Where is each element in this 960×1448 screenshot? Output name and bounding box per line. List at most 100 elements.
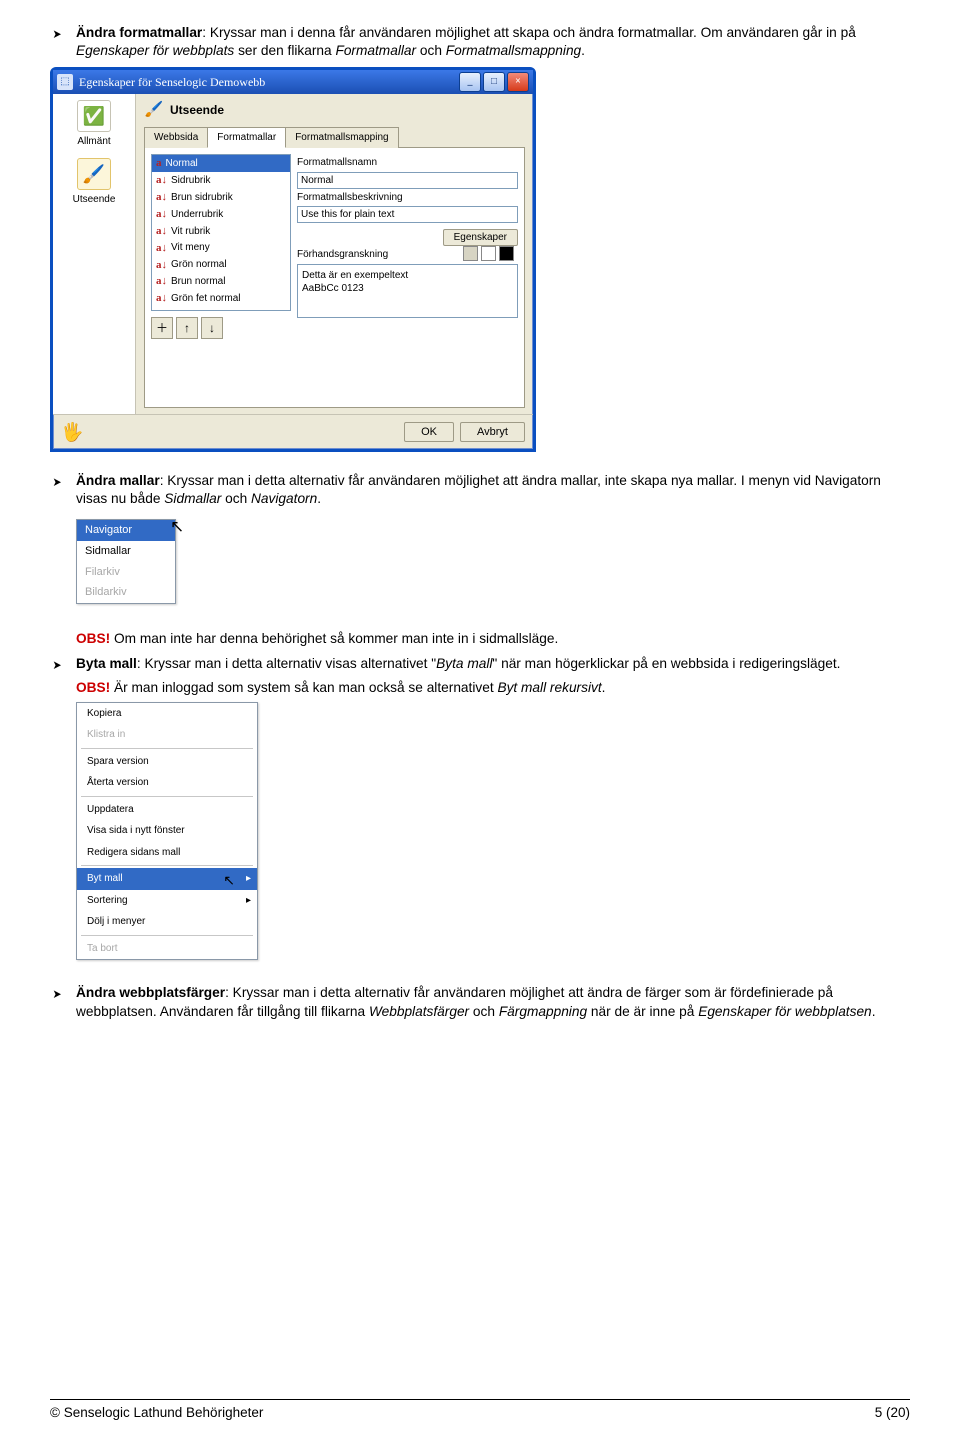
label-name: Formatmallsnamn bbox=[297, 156, 518, 170]
menu-item-dolj-menyer[interactable]: Dölj i menyer bbox=[77, 911, 257, 933]
menu-item-byt-mall[interactable]: Byt mall↖▸ bbox=[77, 868, 257, 890]
inline-italic: Sidmallar bbox=[164, 491, 221, 506]
menu-item-ta-bort: Ta bort bbox=[77, 938, 257, 960]
list-item[interactable]: a↓Grön normal bbox=[152, 257, 290, 274]
menu-item-sidmallar[interactable]: Sidmallar bbox=[77, 541, 175, 562]
maximize-button[interactable]: □ bbox=[483, 72, 505, 92]
submenu-arrow-icon: ▸ bbox=[246, 894, 251, 908]
bullet-andra-webbplatsfarger: Ändra webbplatsfärger: Kryssar man i det… bbox=[50, 984, 910, 1021]
bullet-text: : Kryssar man i denna får användaren möj… bbox=[202, 25, 856, 40]
menu-item-bildarkiv: Bildarkiv bbox=[77, 582, 175, 603]
context-menu[interactable]: Kopiera Klistra in Spara version Återta … bbox=[76, 702, 258, 961]
move-down-button[interactable]: ↓ bbox=[201, 317, 223, 339]
list-item[interactable]: a↓Vit meny bbox=[152, 240, 290, 257]
list-item[interactable]: a↓Brun normal bbox=[152, 273, 290, 290]
color-swatches[interactable] bbox=[463, 246, 514, 261]
desc-input[interactable] bbox=[297, 206, 518, 223]
menu-item-navigator[interactable]: Navigator bbox=[77, 520, 175, 541]
minimize-button[interactable]: _ bbox=[459, 72, 481, 92]
obs-line-2: OBS! Är man inloggad som system så kan m… bbox=[50, 679, 910, 697]
footer-right: 5 (20) bbox=[875, 1404, 910, 1422]
ok-button[interactable]: OK bbox=[404, 422, 454, 442]
inline-italic: Egenskaper för webbplatsen bbox=[698, 1004, 872, 1019]
list-item[interactable]: aNormal bbox=[152, 155, 290, 172]
style-icon: a↓ bbox=[156, 190, 167, 205]
titlebar[interactable]: ⬚ Egenskaper för Senselogic Demowebb _ □… bbox=[53, 70, 533, 94]
menu-item-kopiera[interactable]: Kopiera bbox=[77, 703, 257, 725]
menu-separator bbox=[81, 935, 253, 936]
name-input[interactable] bbox=[297, 172, 518, 189]
sidebar-item-utseende[interactable]: 🖌️ Utseende bbox=[60, 158, 128, 207]
window-title: Egenskaper för Senselogic Demowebb bbox=[79, 74, 459, 90]
inline-italic: Byta mall bbox=[436, 656, 492, 671]
move-up-button[interactable]: ↑ bbox=[176, 317, 198, 339]
style-icon: a↓ bbox=[156, 241, 167, 256]
list-item[interactable]: a↓Grön fet normal bbox=[152, 290, 290, 307]
bullet-andra-formatmallar: Ändra formatmallar: Kryssar man i denna … bbox=[50, 24, 910, 61]
panel-heading: Utseende bbox=[170, 102, 224, 118]
brush-icon: 🖌️ bbox=[77, 158, 111, 190]
cancel-button[interactable]: Avbryt bbox=[460, 422, 525, 442]
inline-italic: Färgmappning bbox=[499, 1004, 587, 1019]
bullet-title: Ändra webbplatsfärger bbox=[76, 985, 225, 1000]
swatch[interactable] bbox=[481, 246, 496, 261]
cursor-icon: ↖ bbox=[170, 516, 184, 539]
style-icon: a↓ bbox=[156, 173, 167, 188]
menu-item-redigera-mall[interactable]: Redigera sidans mall bbox=[77, 842, 257, 864]
bullet-title: Byta mall bbox=[76, 656, 137, 671]
inline-italic: Egenskaper för webbplats bbox=[76, 43, 234, 58]
list-item[interactable]: a↓Underrubrik bbox=[152, 206, 290, 223]
preview-box: Detta är en exempeltext AaBbCc 0123 bbox=[297, 264, 518, 318]
close-button[interactable]: × bbox=[507, 72, 529, 92]
inline-italic: Webbplatsfärger bbox=[369, 1004, 469, 1019]
style-icon: a bbox=[156, 156, 162, 171]
brush-icon: 🖌️ bbox=[144, 100, 164, 120]
style-list[interactable]: aNormal a↓Sidrubrik a↓Brun sidrubrik a↓U… bbox=[151, 154, 291, 311]
menu-item-visa-sida[interactable]: Visa sida i nytt fönster bbox=[77, 820, 257, 842]
inline-italic: Formatmallsmappning bbox=[446, 43, 581, 58]
menu-separator bbox=[81, 796, 253, 797]
sidebar: ✅ Allmänt 🖌️ Utseende bbox=[53, 94, 136, 414]
app-icon: ⬚ bbox=[57, 74, 73, 90]
tabstrip: Webbsida Formatmallar Formatmallsmapping bbox=[144, 126, 525, 148]
label-desc: Formatmallsbeskrivning bbox=[297, 191, 518, 205]
inline-italic: Byt mall rekursivt bbox=[497, 680, 601, 695]
list-item[interactable]: a↓Sidrubrik bbox=[152, 172, 290, 189]
inline-italic: Navigatorn bbox=[251, 491, 317, 506]
tab-formatmallar[interactable]: Formatmallar bbox=[207, 127, 286, 149]
dialog-egenskaper: ⬚ Egenskaper för Senselogic Demowebb _ □… bbox=[50, 67, 536, 452]
navigator-menu[interactable]: Navigator Sidmallar Filarkiv Bildarkiv bbox=[76, 519, 176, 604]
style-icon: a↓ bbox=[156, 274, 167, 289]
menu-item-filarkiv: Filarkiv bbox=[77, 562, 175, 583]
add-button[interactable]: ＋ bbox=[151, 317, 173, 339]
list-item[interactable]: a↓Brun sidrubrik bbox=[152, 189, 290, 206]
tab-formatmallsmapping[interactable]: Formatmallsmapping bbox=[285, 127, 398, 149]
menu-item-sortering[interactable]: Sortering▸ bbox=[77, 890, 257, 912]
bullet-byta-mall: Byta mall: Kryssar man i detta alternati… bbox=[50, 655, 910, 673]
menu-separator bbox=[81, 865, 253, 866]
submenu-arrow-icon: ▸ bbox=[246, 872, 251, 886]
menu-item-uppdatera[interactable]: Uppdatera bbox=[77, 799, 257, 821]
menu-item-aterta-version[interactable]: Återta version bbox=[77, 772, 257, 794]
bullet-title: Ändra formatmallar bbox=[76, 25, 202, 40]
inline-italic: Formatmallar bbox=[335, 43, 416, 58]
style-icon: a↓ bbox=[156, 207, 167, 222]
swatch[interactable] bbox=[499, 246, 514, 261]
help-icon[interactable]: 🖐️ bbox=[61, 420, 83, 444]
tab-webbsida[interactable]: Webbsida bbox=[144, 127, 208, 149]
style-icon: a↓ bbox=[156, 258, 167, 273]
cursor-icon: ↖ bbox=[223, 871, 235, 890]
obs-line-1: OBS! Om man inte har denna behörighet så… bbox=[50, 630, 910, 648]
menu-separator bbox=[81, 748, 253, 749]
menu-item-klistra-in: Klistra in bbox=[77, 724, 257, 746]
menu-item-spara-version[interactable]: Spara version bbox=[77, 751, 257, 773]
bullet-title: Ändra mallar bbox=[76, 473, 160, 488]
bullet-andra-mallar: Ändra mallar: Kryssar man i detta altern… bbox=[50, 472, 910, 509]
style-icon: a↓ bbox=[156, 291, 167, 306]
style-icon: a↓ bbox=[156, 224, 167, 239]
swatch[interactable] bbox=[463, 246, 478, 261]
checklist-icon: ✅ bbox=[77, 100, 111, 132]
properties-button[interactable]: Egenskaper bbox=[443, 229, 518, 246]
sidebar-item-allmant[interactable]: ✅ Allmänt bbox=[60, 100, 128, 149]
list-item[interactable]: a↓Vit rubrik bbox=[152, 223, 290, 240]
